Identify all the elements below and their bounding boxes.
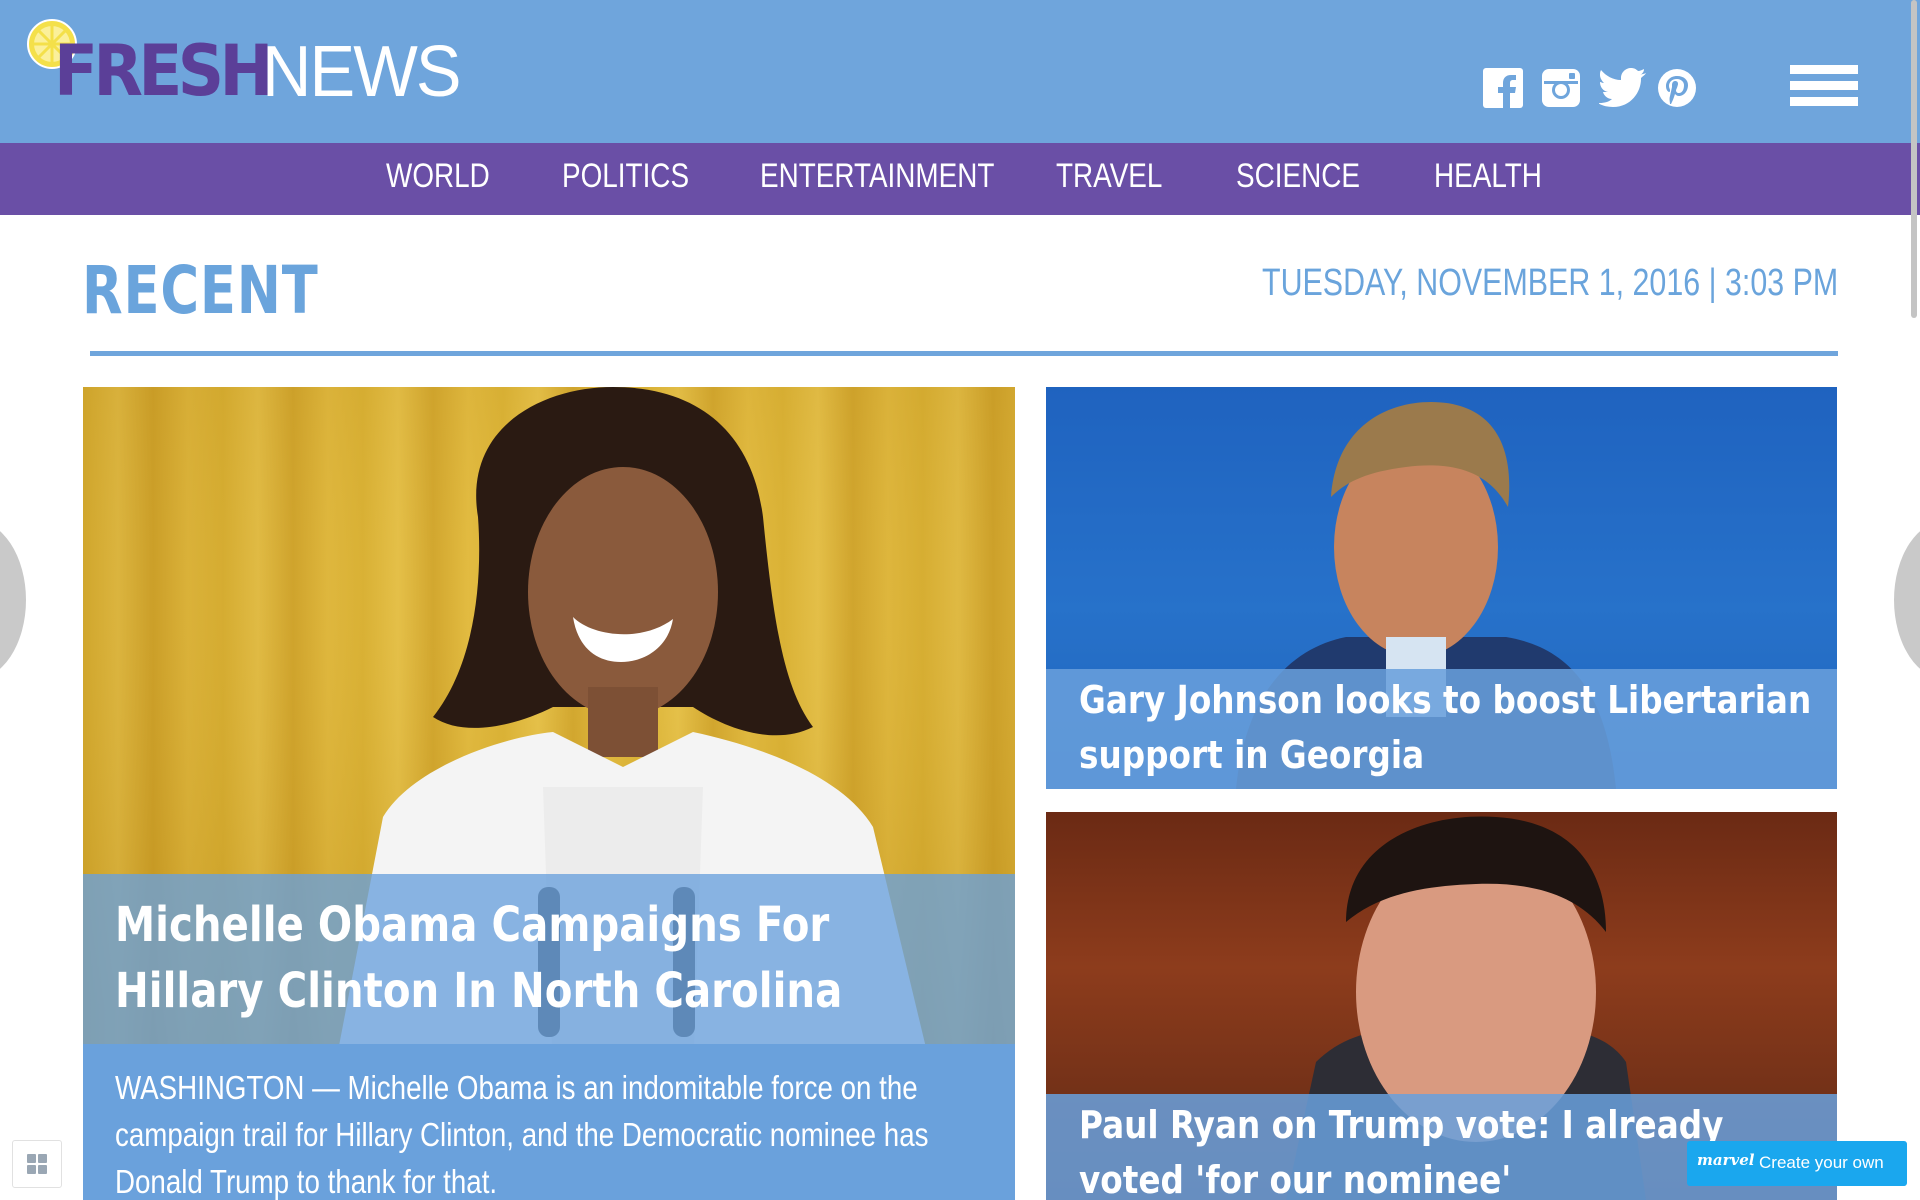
nav-item-entertainment[interactable]: ENTERTAINMENT — [760, 159, 994, 193]
carousel-next-button[interactable] — [1894, 520, 1920, 680]
nav-item-science[interactable]: SCIENCE — [1236, 159, 1360, 193]
marvel-logo: marvel — [1697, 1151, 1755, 1169]
instagram-icon[interactable] — [1540, 66, 1582, 110]
date-time: TUESDAY, NOVEMBER 1, 2016 | 3:03 PM — [1262, 264, 1838, 302]
nav-item-world[interactable]: WORLD — [386, 159, 490, 193]
facebook-icon[interactable] — [1482, 66, 1524, 110]
grid-icon[interactable] — [12, 1140, 62, 1188]
create-your-own-label: Create your own — [1759, 1153, 1884, 1172]
site-logo[interactable]: FRESH NEWS — [26, 18, 486, 108]
hamburger-menu-icon[interactable] — [1790, 65, 1858, 107]
feature-summary-box: WASHINGTON — Michelle Obama is an indomi… — [83, 1044, 1015, 1200]
nav-item-politics[interactable]: POLITICS — [562, 159, 689, 193]
site-header: FRESH NEWS — [0, 0, 1920, 143]
create-your-own-button[interactable]: marvel Create your own — [1687, 1141, 1907, 1186]
story-1-headline[interactable]: Gary Johnson looks to boost Libertarian … — [1079, 673, 1836, 783]
time-text: 3:03 PM — [1724, 262, 1839, 304]
twitter-icon[interactable] — [1598, 66, 1648, 110]
feature-story[interactable]: Michelle Obama Campaigns For Hillary Cli… — [83, 387, 1015, 1200]
date-text: TUESDAY, NOVEMBER 1, 2016 — [1262, 262, 1701, 304]
section-title: RECENT — [82, 252, 319, 329]
story-card-1[interactable]: Gary Johnson looks to boost Libertarian … — [1046, 387, 1837, 789]
logo-news-text: NEWS — [262, 32, 461, 112]
nav-item-travel[interactable]: TRAVEL — [1056, 159, 1162, 193]
feature-headline[interactable]: Michelle Obama Campaigns For Hillary Cli… — [115, 892, 989, 1024]
section-divider — [90, 351, 1838, 356]
logo-fresh-text: FRESH — [54, 30, 273, 112]
carousel-prev-button[interactable] — [0, 520, 26, 680]
feature-summary: WASHINGTON — Michelle Obama is an indomi… — [115, 1069, 929, 1200]
date-separator: | — [1708, 262, 1717, 304]
main-nav: WORLD POLITICS ENTERTAINMENT TRAVEL SCIE… — [0, 143, 1920, 215]
nav-item-health[interactable]: HEALTH — [1434, 159, 1542, 193]
pinterest-icon[interactable] — [1656, 66, 1698, 110]
scrollbar-thumb[interactable] — [1911, 0, 1917, 318]
